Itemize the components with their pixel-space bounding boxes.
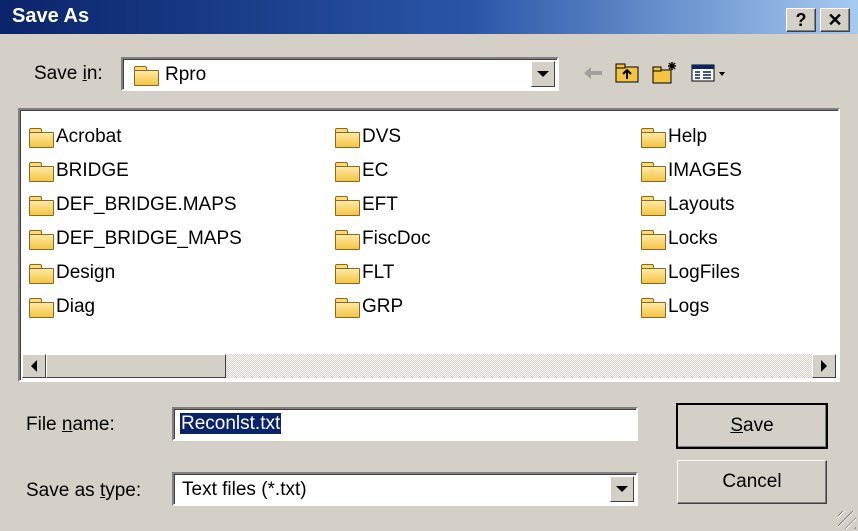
chevron-right-icon (821, 360, 827, 372)
folder-name: Layouts (668, 194, 735, 215)
folder-item[interactable]: Design (28, 256, 242, 290)
folder-item[interactable]: Acrobat (28, 120, 242, 154)
title-bar[interactable]: Save As ? ✕ (0, 0, 858, 34)
folder-name: DEF_BRIDGE_MAPS (56, 228, 242, 249)
save-label: ave (743, 415, 774, 436)
folder-icon (640, 263, 666, 284)
file-name-label: File name: (26, 414, 115, 435)
folder-icon (334, 263, 360, 284)
folder-name: GRP (362, 296, 404, 317)
folder-icon (334, 297, 360, 318)
folder-item[interactable]: Layouts (640, 188, 742, 222)
save-as-type-combo[interactable]: Text files (*.txt) (172, 472, 638, 506)
folder-icon (334, 229, 360, 250)
folder-item[interactable]: FLT (334, 256, 431, 290)
folder-icon (28, 161, 54, 182)
folder-item[interactable]: Help (640, 120, 742, 154)
folder-icon (334, 195, 360, 216)
save-as-dialog: Save As ? ✕ Save in: Rpro Acrobat BRIDGE… (0, 0, 858, 531)
folder-name: Acrobat (56, 126, 122, 147)
close-button[interactable]: ✕ (820, 8, 850, 32)
view-menu-icon (691, 64, 725, 82)
folder-item[interactable]: Diag (28, 290, 242, 324)
save-in-dropdown-button[interactable] (531, 61, 555, 87)
folder-item[interactable]: IMAGES (640, 154, 742, 188)
folder-icon (133, 65, 159, 86)
save-accel: S (730, 415, 744, 436)
folder-item[interactable]: BRIDGE (28, 154, 242, 188)
help-button[interactable]: ? (786, 8, 816, 32)
folder-name: DEF_BRIDGE.MAPS (56, 194, 237, 215)
chevron-down-icon (537, 71, 549, 77)
folder-name: IMAGES (668, 160, 742, 181)
save-button[interactable]: Save (676, 403, 828, 449)
back-arrow-icon (584, 67, 602, 79)
folder-icon (640, 127, 666, 148)
folder-item[interactable]: GRP (334, 290, 431, 324)
folder-name: Logs (668, 296, 710, 317)
folder-item[interactable]: DEF_BRIDGE.MAPS (28, 188, 242, 222)
resize-grip[interactable] (838, 511, 856, 529)
folder-name: Design (56, 262, 116, 283)
scrollbar-thumb[interactable] (46, 354, 226, 378)
folder-icon (28, 229, 54, 250)
save-as-type-value: Text files (*.txt) (182, 479, 307, 500)
chevron-left-icon (31, 360, 37, 372)
folder-item[interactable]: DEF_BRIDGE_MAPS (28, 222, 242, 256)
folder-name: LogFiles (668, 262, 740, 283)
file-list-column-3: Help IMAGES Layouts Locks LogFiles Logs (640, 120, 742, 324)
folder-name: DVS (362, 126, 402, 147)
save-as-type-dropdown-button[interactable] (610, 476, 634, 502)
window-title: Save As (12, 5, 90, 27)
folder-icon (640, 195, 666, 216)
view-menu-button[interactable] (688, 60, 732, 86)
folder-name: Diag (56, 296, 96, 317)
folder-icon (28, 127, 54, 148)
file-name-value: Reconlst.txt (180, 413, 282, 434)
folder-icon (28, 195, 54, 216)
new-folder-icon (652, 62, 676, 84)
folder-item[interactable]: Locks (640, 222, 742, 256)
file-name-input[interactable]: Reconlst.txt (172, 407, 638, 441)
file-list[interactable]: Acrobat BRIDGE DEF_BRIDGE.MAPS DEF_BRIDG… (18, 108, 840, 382)
save-in-label: Save in: (34, 63, 103, 84)
folder-name: Help (668, 126, 708, 147)
back-button[interactable] (578, 60, 608, 86)
folder-item[interactable]: FiscDoc (334, 222, 431, 256)
horizontal-scrollbar[interactable] (22, 354, 836, 378)
folder-name: Locks (668, 228, 718, 249)
folder-name: FLT (362, 262, 395, 283)
folder-icon (640, 297, 666, 318)
folder-item[interactable]: Logs (640, 290, 742, 324)
folder-item[interactable]: EC (334, 154, 431, 188)
save-as-type-label: Save as type: (26, 480, 142, 501)
scroll-left-button[interactable] (22, 354, 46, 378)
up-folder-button[interactable] (612, 60, 642, 86)
folder-icon (334, 161, 360, 182)
folder-icon (334, 127, 360, 148)
file-list-column-2: DVS EC EFT FiscDoc FLT GRP (334, 120, 431, 324)
folder-item[interactable]: EFT (334, 188, 431, 222)
folder-icon (28, 263, 54, 284)
save-in-value: Rpro (165, 64, 207, 85)
folder-icon (640, 161, 666, 182)
folder-icon (28, 297, 54, 318)
folder-name: FiscDoc (362, 228, 431, 249)
folder-icon (640, 229, 666, 250)
folder-item[interactable]: DVS (334, 120, 431, 154)
folder-name: BRIDGE (56, 160, 129, 181)
cancel-button[interactable]: Cancel (677, 460, 827, 504)
new-folder-button[interactable] (650, 60, 680, 86)
up-folder-icon (615, 63, 639, 83)
folder-name: EC (362, 160, 389, 181)
chevron-down-icon (616, 486, 628, 492)
scroll-right-button[interactable] (812, 354, 836, 378)
folder-name: EFT (362, 194, 398, 215)
save-in-combo[interactable]: Rpro (121, 57, 559, 91)
file-list-column-1: Acrobat BRIDGE DEF_BRIDGE.MAPS DEF_BRIDG… (28, 120, 242, 324)
folder-item[interactable]: LogFiles (640, 256, 742, 290)
